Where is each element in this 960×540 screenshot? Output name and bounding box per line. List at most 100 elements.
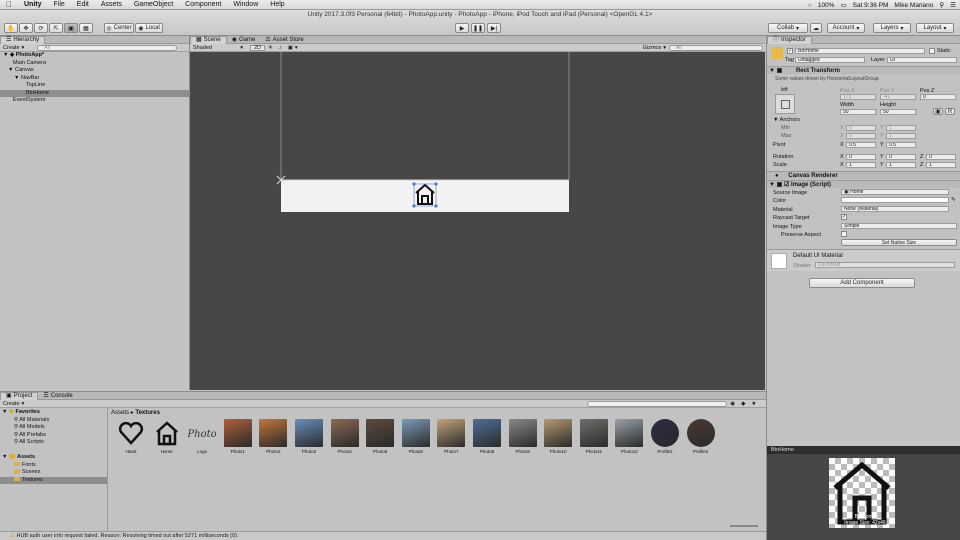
scale-x-field[interactable]: 1	[846, 162, 876, 168]
scale-z-field[interactable]: 1	[926, 162, 956, 168]
audio-toggle[interactable]: ♪	[276, 45, 285, 51]
source-image-field[interactable]: ▣ Home	[841, 189, 949, 195]
notifications-icon[interactable]: ☰	[950, 1, 956, 9]
rotation-x-field[interactable]: 0	[846, 154, 876, 160]
hierarchy-create-button[interactable]: Create ▾	[0, 45, 27, 51]
active-checkbox[interactable]: ✓	[787, 48, 793, 54]
favorite-star-icon[interactable]: ★	[748, 401, 759, 407]
project-search-input[interactable]	[587, 400, 728, 407]
asset-photo9[interactable]: Photo9	[508, 419, 538, 457]
asset-profile2[interactable]: Profile2	[686, 419, 716, 457]
hand-tool-button[interactable]: ✋	[4, 23, 18, 33]
asset-photo3[interactable]: Photo3	[294, 419, 324, 457]
effects-dropdown[interactable]: ▣ ▾	[285, 45, 301, 51]
tree-textures[interactable]: Textures	[0, 476, 107, 484]
raw-edit-button[interactable]: R	[945, 108, 955, 115]
expand-arrow-icon[interactable]: ▼	[8, 67, 15, 73]
space-local-toggle[interactable]: ◉ Local	[135, 23, 163, 33]
tree-assets[interactable]: ▼ Assets	[0, 454, 107, 462]
tab-game[interactable]: ◉ Game	[227, 36, 261, 44]
add-component-button[interactable]: Add Component	[809, 278, 915, 288]
menu-help[interactable]: Help	[264, 0, 290, 10]
tab-scene[interactable]: ▦ Scene	[190, 35, 227, 44]
rect-tool-button[interactable]: ▣	[64, 23, 78, 33]
scale-tool-button[interactable]: ⇱	[49, 23, 63, 33]
cloud-button[interactable]: ☁	[810, 23, 822, 33]
tree-favorites[interactable]: ▼ ★ Favorites	[0, 409, 107, 417]
canvas-renderer-header[interactable]: ● Canvas Renderer	[767, 171, 960, 179]
rect-transform-header[interactable]: ▼ ▣ Rect Transform	[767, 66, 960, 74]
anchors-label[interactable]: ▼ Anchors	[773, 117, 800, 123]
layer-dropdown[interactable]: UI	[887, 57, 957, 63]
project-create-button[interactable]: Create ▾	[0, 401, 27, 407]
color-field[interactable]	[841, 197, 949, 203]
hierarchy-item-topline[interactable]: TopLine	[0, 82, 189, 90]
gizmos-dropdown[interactable]: Gizmos ▾	[640, 45, 669, 51]
thumbnail-size-slider[interactable]	[730, 525, 758, 527]
transform-tool-button[interactable]: ▦	[79, 23, 93, 33]
asset-heart[interactable]: Heart	[116, 419, 146, 457]
rotate-tool-button[interactable]: ⟳	[34, 23, 48, 33]
asset-photo7[interactable]: Photo7	[436, 419, 466, 457]
width-field[interactable]: 50	[840, 109, 876, 115]
expand-arrow-icon[interactable]: ▼	[14, 75, 21, 81]
asset-photo4[interactable]: Photo4	[330, 419, 360, 457]
asset-logo[interactable]: Photo Logo	[187, 419, 217, 457]
asset-photo2[interactable]: Photo2	[258, 419, 288, 457]
step-button[interactable]: ▶|	[487, 23, 501, 33]
collab-dropdown[interactable]: Collab ▾	[768, 23, 808, 33]
asset-photo8[interactable]: Photo8	[472, 419, 502, 457]
asset-photo5[interactable]: Photo5	[365, 419, 395, 457]
asset-photo10[interactable]: Photo10	[543, 419, 573, 457]
hierarchy-item-btnhome[interactable]: BtnHome	[0, 89, 189, 97]
tag-dropdown[interactable]: Untagged	[795, 57, 865, 63]
pivot-x-field[interactable]: 0.5	[846, 142, 876, 148]
pivot-center-toggle[interactable]: ◎ Center	[104, 23, 134, 33]
asset-photo11[interactable]: Photo11	[579, 419, 609, 457]
static-checkbox[interactable]	[929, 48, 935, 54]
set-native-size-button[interactable]: Set Native Size	[841, 239, 957, 246]
eyedropper-icon[interactable]: ✎	[951, 197, 956, 203]
menu-file[interactable]: File	[48, 0, 71, 10]
shader-dropdown[interactable]: UI/Default	[815, 262, 955, 268]
clock[interactable]: Sat 9:36 PM	[853, 2, 889, 9]
hierarchy-item-canvas[interactable]: ▼ Canvas	[0, 67, 189, 75]
asset-photo1[interactable]: Photo1	[223, 419, 253, 457]
image-enabled-checkbox[interactable]: ☑	[784, 182, 789, 188]
breadcrumb-assets[interactable]: Assets	[111, 410, 129, 416]
filter-type-icon[interactable]: ◉	[727, 401, 738, 407]
status-bar[interactable]: ⚠ HUB auth user info request failed. Rea…	[0, 531, 766, 540]
tab-asset-store[interactable]: ⚖ Asset Store	[260, 36, 308, 44]
hierarchy-item-main-camera[interactable]: Main Camera	[0, 60, 189, 68]
wifi-icon[interactable]: ○	[808, 2, 812, 9]
apple-icon[interactable]: 	[0, 0, 18, 10]
asset-home[interactable]: Home	[152, 419, 182, 457]
hierarchy-item-eventsystem[interactable]: EventSystem	[0, 97, 189, 105]
scene-search-input[interactable]: All	[669, 44, 763, 51]
hierarchy-item-navbar[interactable]: ▼ NavBar	[0, 75, 189, 83]
asset-profile1[interactable]: Profile1	[650, 419, 680, 457]
move-tool-button[interactable]: ✥	[19, 23, 33, 33]
hierarchy-search-input[interactable]: All	[37, 44, 178, 51]
rotation-y-field[interactable]: 0	[886, 154, 916, 160]
tree-all-scripts[interactable]: ⚲ All Scripts	[0, 439, 107, 447]
preserve-aspect-checkbox[interactable]	[841, 231, 847, 237]
tree-scenes[interactable]: Scenes	[0, 469, 107, 477]
play-button[interactable]: ▶	[455, 23, 469, 33]
tab-project[interactable]: ▣ Project	[0, 391, 39, 400]
lighting-toggle[interactable]: ☀	[265, 45, 276, 51]
breadcrumb-textures[interactable]: Textures	[135, 410, 160, 416]
pause-button[interactable]: ❚❚	[471, 23, 485, 33]
asset-photo6[interactable]: Photo6	[401, 419, 431, 457]
tab-console[interactable]: ☰ Console	[38, 392, 77, 400]
account-dropdown[interactable]: Account ▾	[827, 23, 865, 33]
image-type-dropdown[interactable]: Simple	[841, 223, 957, 229]
scale-y-field[interactable]: 1	[886, 162, 916, 168]
tree-all-prefabs[interactable]: ⚲ All Prefabs	[0, 432, 107, 440]
anchor-preset-button[interactable]	[775, 94, 795, 114]
menu-unity[interactable]: Unity	[18, 0, 48, 10]
material-field[interactable]: None (Material)	[841, 206, 949, 212]
menu-gameobject[interactable]: GameObject	[128, 0, 179, 10]
hierarchy-item-scene[interactable]: ▼ ◆ PhotoApp*	[0, 52, 189, 60]
menu-edit[interactable]: Edit	[71, 0, 95, 10]
